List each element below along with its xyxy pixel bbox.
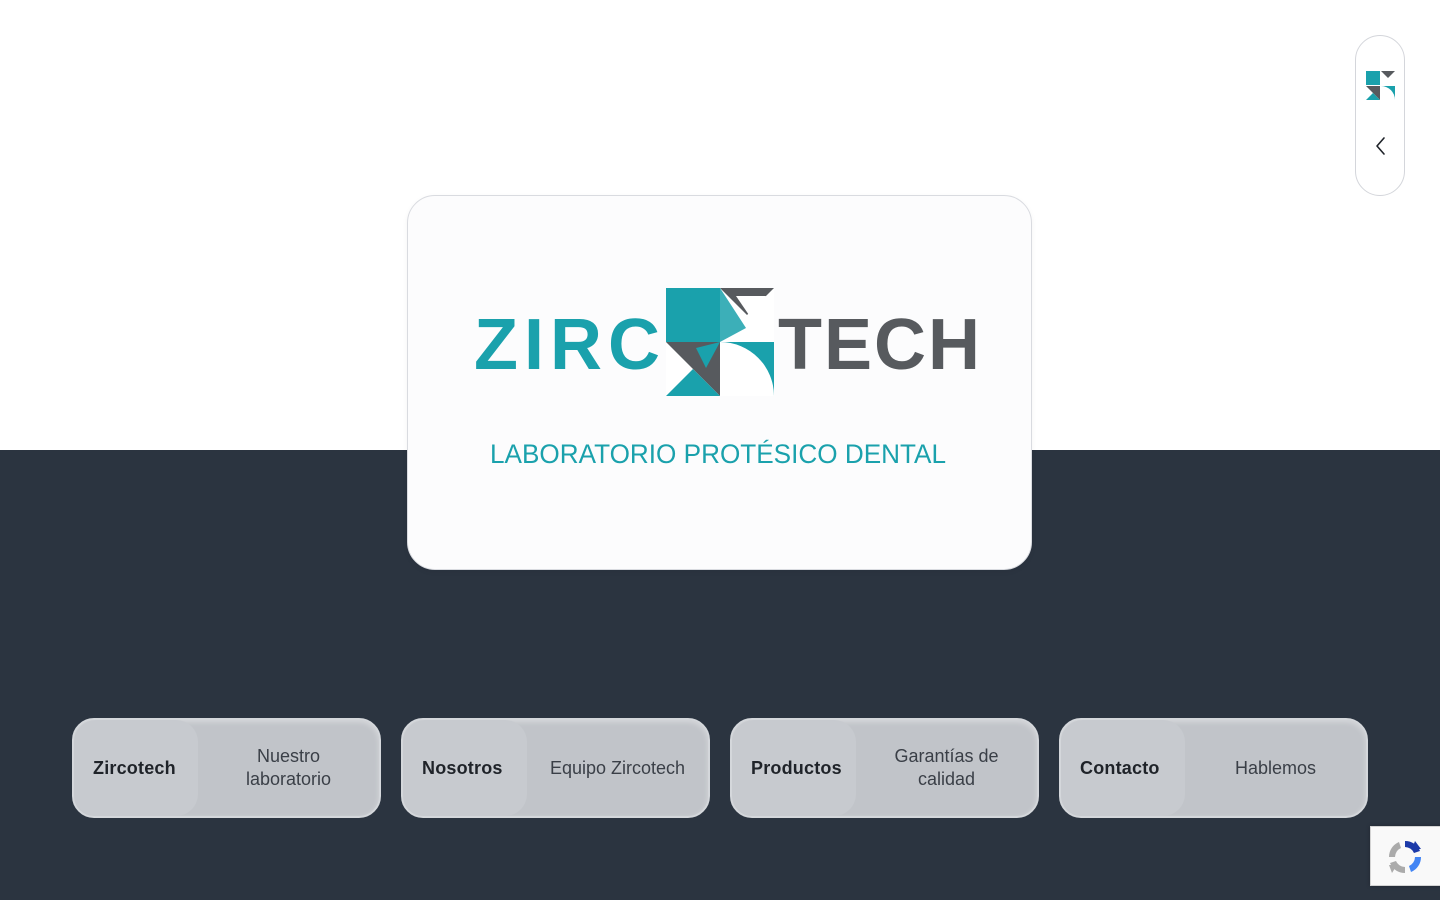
brand-logo-card: ZIRC TECH LABORATORIO PROTÉSICO DENTAL [407,195,1032,570]
wordmark-left: ZIRC [474,305,666,385]
nav-card-zircotech[interactable]: Zircotech Nuestro laboratorio [72,718,381,818]
nav-card-contacto[interactable]: Contacto Hablemos [1059,718,1368,818]
recaptcha-badge[interactable] [1370,826,1440,886]
logo-tagline: LABORATORIO PROTÉSICO DENTAL [490,439,946,469]
nav-card-title: Contacto [1080,757,1160,778]
chevron-left-icon[interactable] [1368,133,1394,159]
wordmark-right: TECH [778,305,982,385]
nav-card-title: Zircotech [93,757,176,778]
zircotech-mini-logo-icon[interactable] [1366,71,1395,100]
section-nav: Zircotech Nuestro laboratorio Nosotros E… [72,718,1368,818]
recaptcha-icon [1388,840,1422,874]
nav-card-title-pane: Nosotros [403,720,527,816]
nav-card-title: Productos [751,757,842,778]
logo-emblem-icon [666,288,774,396]
nav-card-title-pane: Productos [732,720,856,816]
nav-card-productos[interactable]: Productos Garantías de calidad [730,718,1039,818]
nav-card-subtitle: Garantías de calidad [894,746,999,789]
nav-card-subtitle: Nuestro laboratorio [245,746,332,789]
nav-card-title-pane: Contacto [1061,720,1185,816]
zircotech-logo: ZIRC TECH LABORATORIO PROTÉSICO DENTAL [474,288,982,469]
nav-card-subtitle: Equipo Zircotech [549,757,686,778]
nav-card-title: Nosotros [422,757,503,778]
side-rail [1355,35,1405,196]
nav-card-subtitle: Hablemos [1234,757,1317,778]
nav-card-title-pane: Zircotech [74,720,198,816]
nav-card-nosotros[interactable]: Nosotros Equipo Zircotech [401,718,710,818]
